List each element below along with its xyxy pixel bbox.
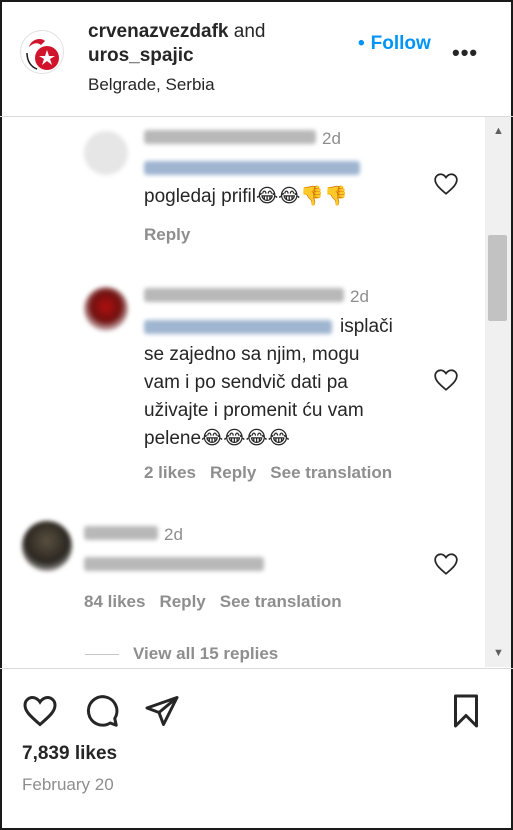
separator-dot: • xyxy=(358,33,365,54)
club-logo-icon xyxy=(22,32,63,73)
post-actions: 7,839 likes February 20 xyxy=(0,668,513,830)
avatar[interactable] xyxy=(84,287,128,331)
comment-text-redacted xyxy=(84,557,264,576)
share-icon[interactable] xyxy=(144,693,180,729)
divider-line xyxy=(85,654,119,656)
reply-button[interactable]: Reply xyxy=(144,225,190,244)
scrollbar[interactable]: ▲ ▼ xyxy=(485,117,511,667)
comment-time: 2d xyxy=(350,287,369,306)
more-options-button[interactable]: ••• xyxy=(452,40,478,66)
avatar[interactable] xyxy=(20,30,64,74)
comment-meta: 2d xyxy=(144,129,341,149)
view-replies-button[interactable]: View all 15 replies xyxy=(85,644,278,664)
and-text: and xyxy=(233,21,266,42)
comment-icon[interactable] xyxy=(84,693,120,729)
comment-time: 2d xyxy=(322,129,341,148)
reply-button[interactable]: Reply xyxy=(210,463,256,482)
see-translation-button[interactable]: See translation xyxy=(270,463,392,482)
avatar[interactable] xyxy=(22,521,72,571)
comment-meta: 2d xyxy=(84,525,183,545)
follow-label: Follow xyxy=(370,33,431,54)
avatar[interactable] xyxy=(84,131,128,175)
heart-icon[interactable] xyxy=(432,367,460,393)
scroll-up-arrow-icon[interactable]: ▲ xyxy=(493,125,504,137)
username-redacted[interactable] xyxy=(84,526,158,540)
comment-actions: 2 likes Reply See translation xyxy=(144,463,406,483)
scroll-down-arrow-icon[interactable]: ▼ xyxy=(493,647,504,659)
comment-meta: 2d xyxy=(144,287,369,307)
username-redacted[interactable] xyxy=(144,130,316,144)
reply-button[interactable]: Reply xyxy=(159,592,205,611)
post-date: February 20 xyxy=(22,775,114,794)
see-translation-button[interactable]: See translation xyxy=(220,592,342,611)
heart-icon[interactable] xyxy=(432,551,460,577)
likes-count[interactable]: 2 likes xyxy=(144,463,196,482)
mention-redacted[interactable] xyxy=(144,161,360,180)
comments-list: 2d pogledaj prifil😂😂👎👎 Reply 2d isplači … xyxy=(0,117,485,667)
bookmark-icon[interactable] xyxy=(448,693,484,729)
likes-count[interactable]: 84 likes xyxy=(84,592,145,611)
account-name[interactable]: crvenazvezdafk xyxy=(88,21,228,42)
post-location[interactable]: Belgrade, Serbia xyxy=(88,75,215,95)
coauthor-name[interactable]: uros_spajic xyxy=(88,45,194,66)
heart-icon[interactable] xyxy=(22,693,58,729)
heart-icon[interactable] xyxy=(432,171,460,197)
post-header: crvenazvezdafk and uros_spajic Belgrade,… xyxy=(0,0,513,117)
scrollbar-thumb[interactable] xyxy=(488,235,507,321)
comment-text: isplači se zajedno sa njim, mogu vam i p… xyxy=(144,316,393,449)
mention-redacted[interactable] xyxy=(144,319,332,334)
comment-actions: Reply xyxy=(144,225,204,245)
comment-actions: 84 likes Reply See translation xyxy=(84,592,356,612)
post-authors: crvenazvezdafk and uros_spajic xyxy=(88,20,348,68)
post-likes-count[interactable]: 7,839 likes xyxy=(22,743,117,765)
view-replies-label: View all 15 replies xyxy=(133,644,279,663)
follow-button[interactable]: • Follow xyxy=(358,33,431,55)
comment-text: pogledaj prifil😂😂👎👎 xyxy=(144,186,348,207)
username-redacted[interactable] xyxy=(144,288,344,302)
comment-time: 2d xyxy=(164,525,183,544)
